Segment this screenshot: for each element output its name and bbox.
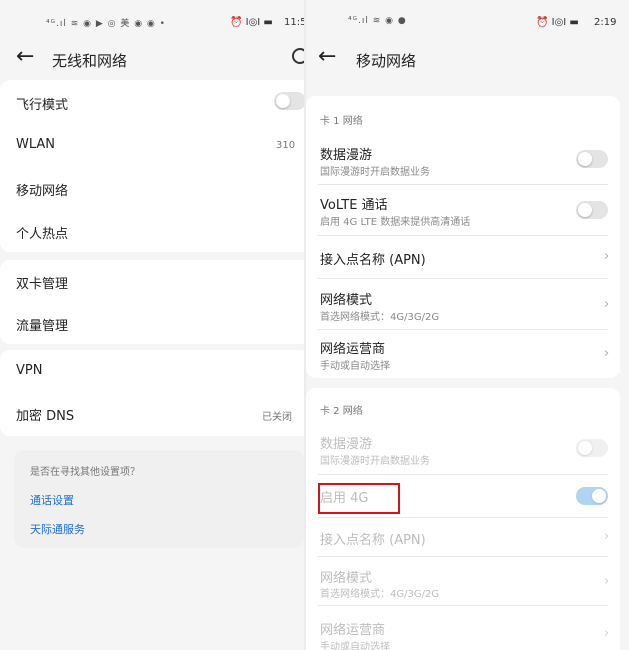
suggestion-question: 是否在寻找其他设置项？: [30, 467, 140, 478]
enable-4g-highlight-box: [318, 483, 400, 514]
system-status-icons: ⏰ I◎I ▬: [230, 17, 273, 28]
private-dns-row[interactable]: 加密 DNS 已关闭: [0, 393, 304, 436]
row-label: WLAN: [16, 137, 56, 152]
row-label: 接入点名称 (APN): [320, 533, 426, 548]
mobile-network-row[interactable]: 移动网络: [0, 166, 304, 209]
sim2-data-roaming-row[interactable]: 数据漫游 国际漫游时开启数据业务: [306, 424, 620, 474]
sim1-network-group: 卡 1 网络 数据漫游 国际漫游时开启数据业务 VoLTE 通话 启用 4G L…: [306, 96, 620, 378]
settings-group-network: 飞行模式 WLAN 310 移动网络 个人热点: [0, 80, 304, 252]
page-title: 无线和网络: [52, 52, 128, 70]
status-bar: ⁴ᴳ.ıl ≋ ◉ ▶ ◎ 美 ◉ ◉ • ⏰ I◎I ▬ 11:5: [0, 0, 304, 40]
app-bar: ← 移动网络: [306, 42, 629, 78]
row-label: VPN: [16, 363, 43, 378]
row-subtitle: 国际漫游时开启数据业务: [320, 167, 430, 178]
row-subtitle: 手动或自动选择: [320, 361, 390, 372]
row-subtitle: 首选网络模式：4G/3G/2G: [320, 312, 440, 323]
wlan-row[interactable]: WLAN 310: [0, 123, 304, 166]
page-title: 移动网络: [356, 52, 417, 70]
row-label: 数据漫游: [320, 148, 373, 163]
row-label: 双卡管理: [16, 277, 69, 292]
data-usage-row[interactable]: 流量管理: [0, 302, 304, 344]
row-label: VoLTE 通话: [320, 198, 388, 213]
chevron-right-icon: ›: [604, 346, 610, 361]
status-bar: ⁴ᴳ.ıl ≋ ◉ ● ⏰ I◎I ▬ 2:19: [306, 0, 629, 40]
settings-group-privacy: VPN 加密 DNS 已关闭: [0, 350, 304, 436]
sim1-carrier-row[interactable]: 网络运营商 手动或自动选择 ›: [306, 330, 620, 378]
sim2-apn-row[interactable]: 接入点名称 (APN) ›: [306, 518, 620, 556]
row-subtitle: 启用 4G LTE 数据来提供高清通话: [320, 217, 471, 228]
system-status-icons: ⏰ I◎I ▬: [536, 17, 579, 28]
row-label: 网络运营商: [320, 623, 386, 638]
row-label: 网络模式: [320, 571, 373, 586]
row-label: 个人热点: [16, 227, 69, 242]
sim1-section-header: 卡 1 网络: [320, 116, 363, 127]
sim2-enable-4g-switch[interactable]: [576, 487, 608, 505]
search-icon[interactable]: [292, 48, 304, 64]
sim2-carrier-row[interactable]: 网络运营商 手动或自动选择 ›: [306, 606, 620, 650]
sim1-network-mode-row[interactable]: 网络模式 首选网络模式：4G/3G/2G ›: [306, 279, 620, 329]
skytone-service-link[interactable]: 天际通服务: [30, 521, 85, 537]
sim1-volte-switch[interactable]: [576, 201, 608, 219]
chevron-right-icon: ›: [604, 297, 610, 312]
settings-group-sim: 双卡管理 流量管理: [0, 260, 304, 344]
row-label: 网络模式: [320, 293, 373, 308]
row-label: 数据漫游: [320, 437, 373, 452]
mobile-network-screen: ⁴ᴳ.ıl ≋ ◉ ● ⏰ I◎I ▬ 2:19 ← 移动网络 卡 1 网络 数…: [306, 0, 629, 650]
status-time: 2:19: [594, 17, 617, 28]
row-value: 已关闭: [262, 412, 292, 423]
sim2-data-roaming-switch[interactable]: [576, 439, 608, 457]
vpn-row[interactable]: VPN: [0, 350, 304, 393]
chevron-right-icon: ›: [604, 249, 610, 264]
chevron-right-icon: ›: [604, 529, 610, 544]
row-label: 网络运营商: [320, 342, 386, 357]
sim2-network-mode-row[interactable]: 网络模式 首选网络模式：4G/3G/2G ›: [306, 557, 620, 605]
row-label: 接入点名称 (APN): [320, 253, 426, 268]
status-time: 11:5: [284, 17, 304, 28]
dual-sim-row[interactable]: 双卡管理: [0, 260, 304, 302]
row-label: 流量管理: [16, 319, 69, 334]
sim2-network-group: 卡 2 网络 数据漫游 国际漫游时开启数据业务 启用 4G 接入点名称 (APN…: [306, 388, 620, 650]
signal-status-icons: ⁴ᴳ.ıl ≋ ◉ ▶ ◎ 美 ◉ ◉ •: [46, 19, 166, 29]
row-subtitle: 国际漫游时开启数据业务: [320, 456, 430, 467]
airplane-mode-row[interactable]: 飞行模式: [0, 80, 304, 123]
call-settings-link[interactable]: 通话设置: [30, 492, 74, 508]
row-value: 310: [276, 140, 296, 151]
sim1-volte-row[interactable]: VoLTE 通话 启用 4G LTE 数据来提供高清通话: [306, 185, 620, 235]
wireless-network-screen: ⁴ᴳ.ıl ≋ ◉ ▶ ◎ 美 ◉ ◉ • ⏰ I◎I ▬ 11:5 ← 无线和…: [0, 0, 304, 650]
sim1-data-roaming-switch[interactable]: [576, 150, 608, 168]
back-arrow-icon[interactable]: ←: [16, 44, 34, 69]
back-arrow-icon[interactable]: ←: [318, 44, 336, 69]
row-subtitle: 首选网络模式：4G/3G/2G: [320, 589, 440, 600]
row-subtitle: 手动或自动选择: [320, 642, 390, 650]
app-bar: ← 无线和网络: [0, 42, 304, 78]
sim2-section-header: 卡 2 网络: [320, 406, 363, 417]
sim1-data-roaming-row[interactable]: 数据漫游 国际漫游时开启数据业务: [306, 134, 620, 184]
row-label: 飞行模式: [16, 98, 69, 113]
signal-status-icons: ⁴ᴳ.ıl ≋ ◉ ●: [348, 16, 407, 26]
airplane-mode-switch[interactable]: [274, 92, 304, 110]
chevron-right-icon: ›: [604, 574, 610, 589]
hotspot-row[interactable]: 个人热点: [0, 209, 304, 252]
suggestion-card: 是否在寻找其他设置项？ 通话设置 天际通服务: [14, 450, 304, 548]
row-label: 移动网络: [16, 184, 69, 199]
sim1-apn-row[interactable]: 接入点名称 (APN) ›: [306, 236, 620, 278]
chevron-right-icon: ›: [604, 626, 610, 641]
row-label: 加密 DNS: [16, 409, 75, 424]
